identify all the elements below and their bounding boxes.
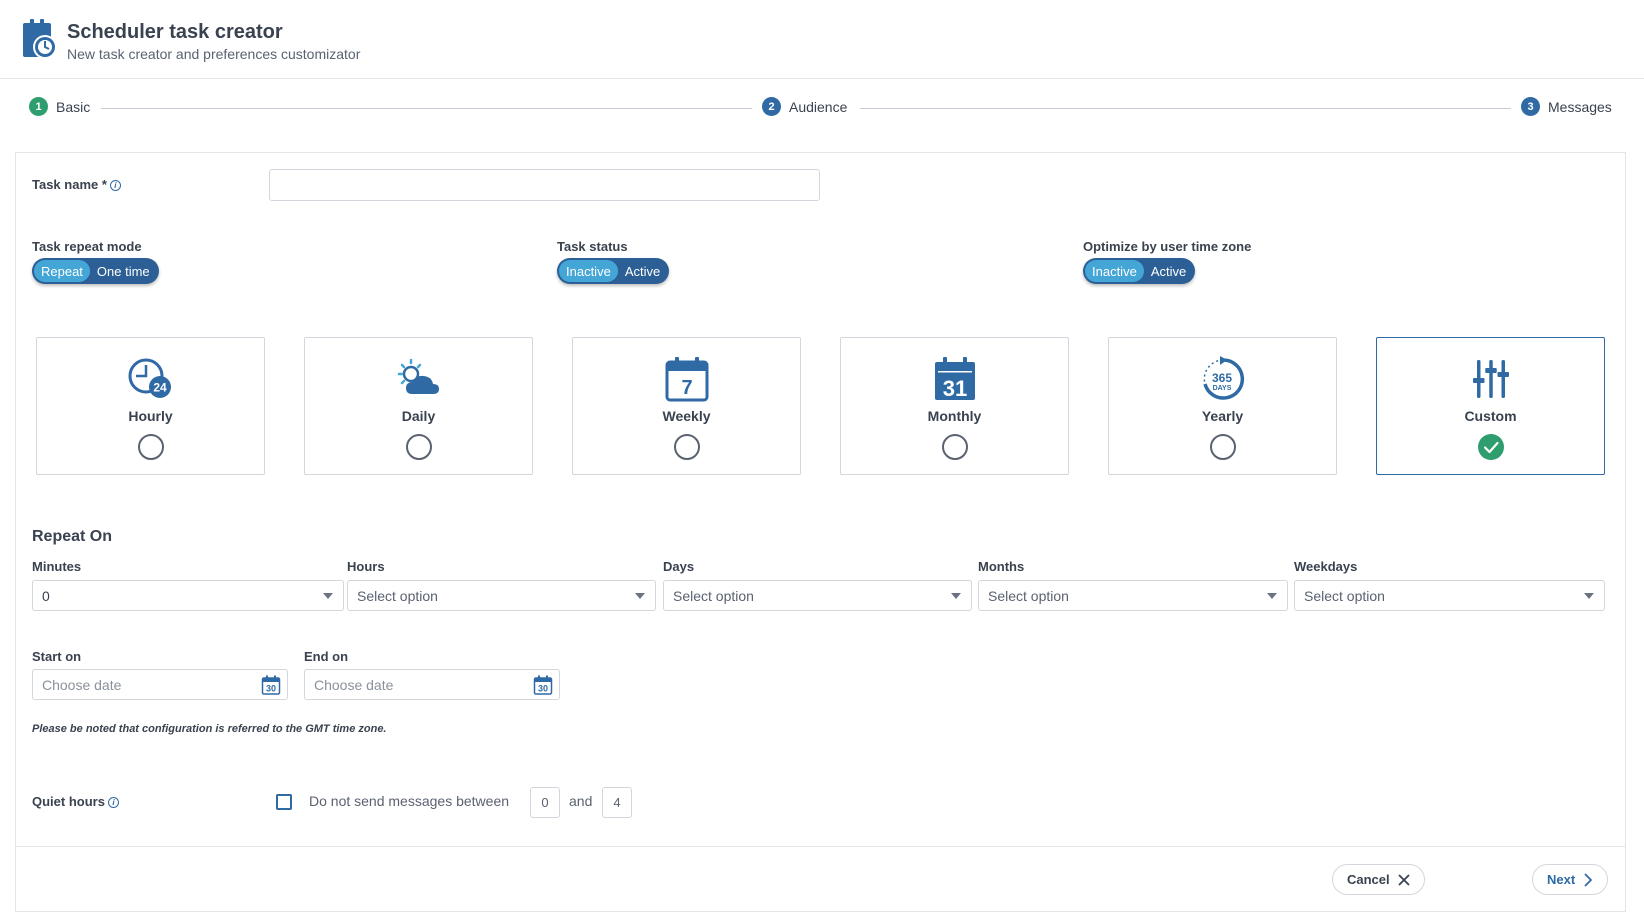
mode-card-daily[interactable]: Daily: [304, 337, 533, 475]
footer-divider: [15, 846, 1626, 847]
quiet-hours-to-input[interactable]: 4: [602, 787, 632, 818]
mode-radio[interactable]: [405, 434, 432, 460]
days-label: Days: [663, 559, 695, 574]
chevron-down-icon: [1584, 593, 1594, 599]
info-icon[interactable]: i: [109, 180, 121, 191]
step-number: 3: [1521, 97, 1540, 116]
step-number: 1: [29, 97, 48, 116]
cancel-button[interactable]: Cancel: [1332, 864, 1425, 895]
toggle-option-repeat[interactable]: Repeat: [34, 260, 90, 282]
step-connector: [860, 108, 1511, 109]
close-icon: [1398, 874, 1410, 885]
hours-select[interactable]: Select option: [347, 580, 656, 611]
toggle-option-active[interactable]: Active: [1144, 260, 1193, 282]
repeat-on-title: Repeat On: [32, 528, 113, 545]
end-on-label: End on: [304, 649, 349, 664]
start-date-input[interactable]: Choose date 30: [32, 669, 288, 700]
calendar-7-icon: 7: [665, 357, 708, 402]
gmt-note: Please be noted that configuration is re…: [32, 723, 387, 735]
mode-radio[interactable]: [137, 434, 164, 460]
mode-card-hourly[interactable]: 24 Hourly: [36, 337, 265, 475]
svg-text:30: 30: [266, 684, 276, 694]
weekdays-select[interactable]: Select option: [1294, 580, 1605, 611]
quiet-hours-from-input[interactable]: 0: [530, 787, 560, 818]
next-button[interactable]: Next: [1532, 864, 1609, 895]
page-title: Scheduler task creator: [67, 21, 283, 43]
info-icon[interactable]: i: [107, 797, 119, 808]
chevron-down-icon: [1267, 593, 1277, 599]
clock-24-icon: 24: [128, 358, 171, 398]
mode-radio[interactable]: [941, 434, 968, 460]
step-basic[interactable]: 1 Basic: [29, 97, 90, 116]
step-audience[interactable]: 2 Audience: [762, 97, 847, 116]
mode-label: Custom: [1464, 408, 1517, 424]
hours-label: Hours: [347, 559, 385, 574]
toggle-option-inactive[interactable]: Inactive: [1085, 260, 1144, 282]
task-name-label: Task name * i: [32, 177, 121, 192]
days-select[interactable]: Select option: [663, 580, 972, 611]
task-status-label: Task status: [557, 239, 628, 254]
minutes-select[interactable]: 0: [32, 580, 344, 611]
months-label: Months: [978, 559, 1025, 574]
timezone-toggle[interactable]: Inactive Active: [1083, 258, 1196, 284]
mode-label: Monthly: [927, 408, 982, 424]
mode-card-weekly[interactable]: 7 Weekly: [572, 337, 801, 475]
repeat-mode-toggle[interactable]: Repeat One time: [32, 258, 159, 284]
mode-radio[interactable]: [673, 434, 700, 460]
timezone-label: Optimize by user time zone: [1083, 239, 1252, 254]
svg-text:31: 31: [942, 376, 966, 401]
quiet-hours-label: Quiet hours i: [32, 794, 119, 809]
chevron-down-icon: [323, 593, 333, 599]
svg-text:7: 7: [681, 377, 692, 399]
mode-label: Weekly: [662, 408, 711, 424]
step-messages[interactable]: 3 Messages: [1521, 97, 1612, 116]
task-status-toggle[interactable]: Inactive Active: [557, 258, 670, 284]
mode-card-custom[interactable]: Custom: [1376, 337, 1605, 475]
weekdays-label: Weekdays: [1294, 559, 1358, 574]
check-icon: [1483, 441, 1499, 454]
sun-cloud-icon: [397, 358, 439, 394]
mode-radio[interactable]: [1209, 434, 1236, 460]
mode-label: Daily: [401, 408, 436, 424]
start-on-label: Start on: [32, 649, 82, 664]
calendar-31-icon: 31: [934, 357, 975, 401]
minutes-label: Minutes: [32, 559, 82, 574]
step-label: Basic: [56, 98, 91, 115]
end-date-input[interactable]: Choose date 30: [304, 669, 560, 700]
chevron-right-icon: [1584, 873, 1593, 886]
365-days-icon: 365 DAYS: [1202, 356, 1244, 400]
quiet-hours-checkbox[interactable]: [276, 794, 292, 810]
svg-text:DAYS: DAYS: [1212, 385, 1231, 392]
step-label: Messages: [1548, 98, 1612, 115]
chevron-down-icon: [635, 593, 645, 599]
step-connector: [101, 108, 752, 109]
mode-radio-checked[interactable]: [1477, 434, 1504, 460]
form-panel: [15, 152, 1626, 912]
quiet-hours-text: Do not send messages between: [309, 793, 510, 809]
mode-card-yearly[interactable]: 365 DAYS Yearly: [1108, 337, 1337, 475]
and-text: and: [569, 793, 593, 809]
toggle-option-inactive[interactable]: Inactive: [559, 260, 618, 282]
mode-label: Hourly: [128, 408, 173, 424]
chevron-down-icon: [951, 593, 961, 599]
scheduler-logo-icon: [23, 19, 57, 59]
svg-text:365: 365: [1211, 371, 1231, 385]
toggle-option-one-time[interactable]: One time: [90, 260, 157, 282]
repeat-mode-label: Task repeat mode: [32, 239, 142, 254]
svg-text:30: 30: [538, 684, 548, 694]
task-name-input[interactable]: [269, 169, 820, 201]
stepper: 1 Basic 2 Audience 3 Messages: [0, 79, 1644, 151]
app-header: Scheduler task creator New task creator …: [0, 0, 1644, 79]
sliders-icon: [1472, 360, 1509, 398]
months-select[interactable]: Select option: [978, 580, 1288, 611]
step-label: Audience: [789, 98, 848, 115]
svg-text:24: 24: [153, 381, 167, 395]
calendar-icon[interactable]: 30: [533, 675, 553, 695]
mode-label: Yearly: [1201, 408, 1244, 424]
calendar-icon[interactable]: 30: [261, 675, 281, 695]
step-number: 2: [762, 97, 781, 116]
mode-card-monthly[interactable]: 31 Monthly: [840, 337, 1069, 475]
toggle-option-active[interactable]: Active: [618, 260, 667, 282]
page-subtitle: New task creator and preferences customi…: [67, 46, 361, 62]
